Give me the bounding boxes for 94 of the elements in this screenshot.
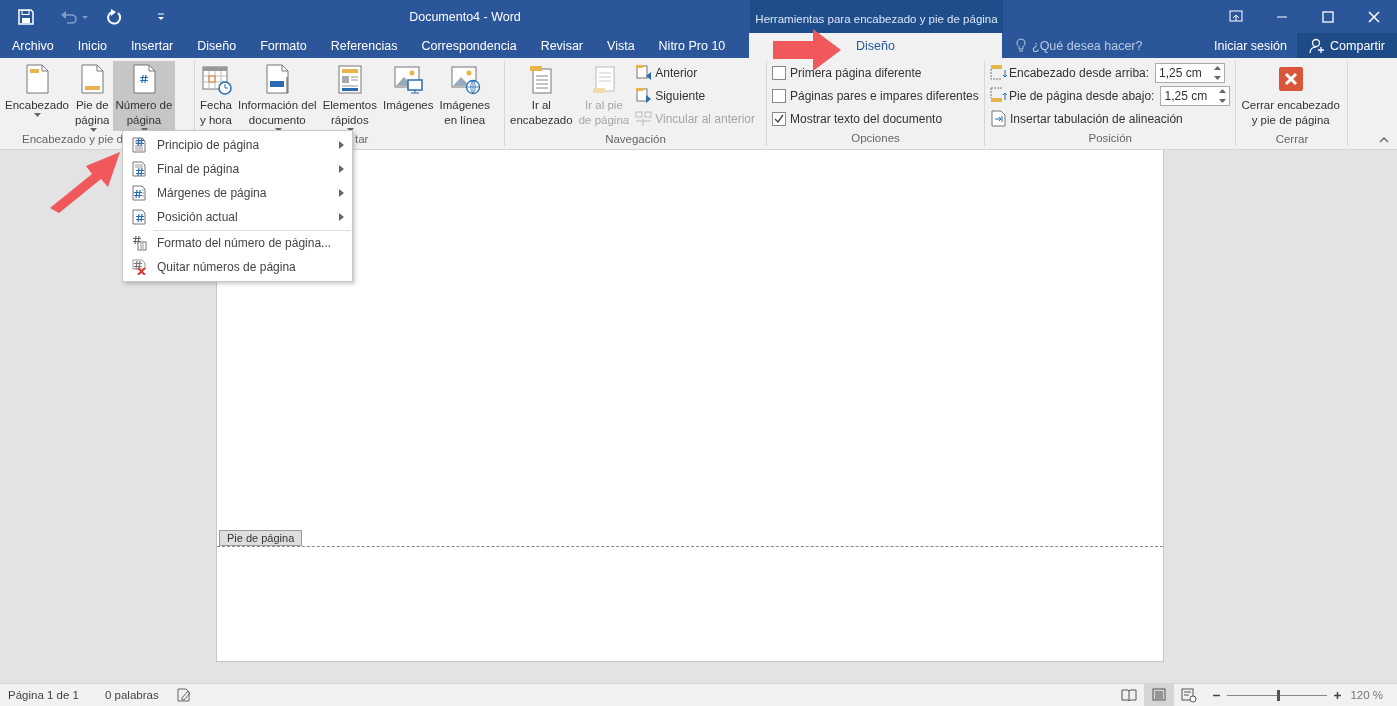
maximize-icon[interactable]	[1320, 8, 1336, 25]
page-bottom-icon	[131, 161, 147, 177]
ribbon-tab[interactable]: Diseño	[185, 33, 249, 58]
view-button[interactable]	[1144, 684, 1175, 706]
ribbon-button[interactable]: Anterior	[632, 62, 759, 83]
ribbon-tab[interactable]: Inicio	[65, 33, 119, 58]
header-distance-icon	[990, 64, 1007, 81]
ribbon-tab[interactable]: Archivo	[0, 33, 66, 58]
alignment-tab-icon	[990, 110, 1007, 127]
spin-arrows-icon	[1219, 88, 1227, 103]
calendar-clock-icon	[200, 63, 232, 95]
checkbox[interactable]	[772, 111, 786, 126]
redo-icon[interactable]	[106, 8, 122, 25]
checkbox-label: Páginas pares e impares diferentes	[790, 88, 979, 103]
customize-caret-icon[interactable]	[156, 11, 166, 22]
online-image-icon	[448, 63, 481, 95]
footer-distance-icon	[990, 87, 1007, 104]
ribbon-tab[interactable]: Insertar	[118, 33, 186, 58]
group-label: Encabezado y pie d	[22, 132, 124, 145]
caret-icon	[89, 128, 97, 132]
sign-in-link[interactable]: Iniciar sesión	[1214, 33, 1287, 58]
group-label: Cerrar	[1275, 132, 1309, 145]
window-title: Documento4 - Word	[409, 9, 521, 24]
print-layout-icon	[1151, 687, 1168, 703]
image-icon	[392, 63, 425, 95]
zoom-level[interactable]: 120 %	[1350, 689, 1383, 701]
page-top-icon	[131, 137, 147, 153]
menu-item[interactable]: Final de página	[123, 157, 352, 181]
ribbon-button[interactable]: Encabezado	[2, 61, 72, 131]
ribbon-tab[interactable]: Vista	[595, 33, 647, 58]
ribbon-button[interactable]: Elementos rápidos	[319, 61, 380, 131]
ribbon-button[interactable]: Siguiente	[632, 85, 759, 106]
spin-arrows-icon	[1214, 65, 1222, 80]
zoom-in-icon[interactable]	[1333, 690, 1343, 700]
ribbon-tab[interactable]: Revisar	[528, 33, 595, 58]
menu-item[interactable]: Principio de página	[123, 133, 352, 157]
page-margin-icon	[131, 185, 147, 201]
checkmark-icon	[774, 113, 784, 124]
ribbon-button[interactable]: Información del documento	[235, 61, 320, 131]
ribbon-tab[interactable]: Formato	[248, 33, 319, 58]
group-label: tar	[355, 132, 369, 145]
group-label: Navegación	[605, 132, 666, 145]
spinner-label: Encabezado desde arriba:	[1009, 65, 1150, 80]
close-icon[interactable]	[1366, 8, 1382, 25]
checkbox-label: Mostrar texto del documento	[790, 111, 943, 126]
zoom-thumb[interactable]	[1277, 689, 1281, 701]
submenu-arrow-icon	[339, 141, 344, 149]
spinner-label: Pie de página desde abajo:	[1009, 88, 1155, 103]
remove-numbers-icon	[131, 259, 147, 275]
contextual-tab-header: Herramientas para encabezado y pie de página	[750, 0, 1003, 33]
undo-icon[interactable]	[60, 8, 88, 25]
menu-item[interactable]: Quitar números de página	[123, 255, 352, 279]
link-icon	[635, 110, 653, 127]
previous-icon	[635, 64, 653, 81]
submenu-arrow-icon	[339, 213, 344, 221]
menu-item[interactable]: Márgenes de página	[123, 181, 352, 205]
tell-me-field[interactable]: ¿Qué desea hacer?	[1032, 38, 1143, 53]
lightbulb-icon	[1016, 38, 1026, 53]
ribbon-tab[interactable]: Nitro Pro 10	[646, 33, 738, 58]
ribbon-button[interactable]: Pie de página	[71, 61, 113, 131]
group-label: Opciones	[851, 132, 900, 145]
read-mode-icon	[1121, 687, 1138, 703]
ribbon-display-icon[interactable]	[1228, 8, 1244, 25]
spinner-field[interactable]: 1,25 cm	[1155, 62, 1226, 83]
person-add-icon	[1309, 37, 1326, 54]
spinner-field[interactable]: 1,25 cm	[1160, 85, 1231, 106]
checkbox[interactable]	[772, 88, 786, 103]
ribbon-button[interactable]: Imágenes	[379, 61, 437, 131]
share-button[interactable]: Compartir	[1297, 33, 1397, 58]
footer-tag: Pie de página	[219, 530, 303, 546]
collapse-ribbon-icon[interactable]	[1379, 137, 1389, 143]
next-icon	[635, 87, 653, 104]
ribbon-button[interactable]: Número de página	[112, 61, 176, 131]
ribbon-tab[interactable]: Referencias	[318, 33, 410, 58]
web-layout-icon	[1181, 687, 1198, 703]
submenu-arrow-icon	[339, 189, 344, 197]
current-position-icon	[131, 209, 147, 225]
submenu-arrow-icon	[339, 165, 344, 173]
ribbon-tab[interactable]: Correspondencia	[409, 33, 529, 58]
ribbon-button[interactable]: Ir al encabezado	[507, 61, 576, 131]
ribbon-button[interactable]: Cerrar encabezado y pie de página	[1238, 61, 1343, 131]
checkbox-label: Primera página diferente	[790, 65, 922, 80]
caret-icon	[34, 113, 42, 117]
page-count: Página 1 de 1	[8, 689, 79, 701]
number-format-icon	[131, 235, 147, 251]
ribbon-button[interactable]: Fecha y hora	[197, 61, 235, 131]
menu-item[interactable]: Posición actual	[123, 205, 352, 229]
save-icon[interactable]	[18, 8, 34, 25]
proofing-icon[interactable]	[176, 688, 191, 702]
checkbox[interactable]	[772, 65, 786, 80]
group-label: Posición	[1088, 132, 1132, 145]
ribbon-button[interactable]: Imágenes en línea	[436, 61, 493, 131]
word-count: 0 palabras	[105, 689, 159, 701]
ribbon-button[interactable]: Insertar tabulación de alineación	[987, 108, 1234, 129]
